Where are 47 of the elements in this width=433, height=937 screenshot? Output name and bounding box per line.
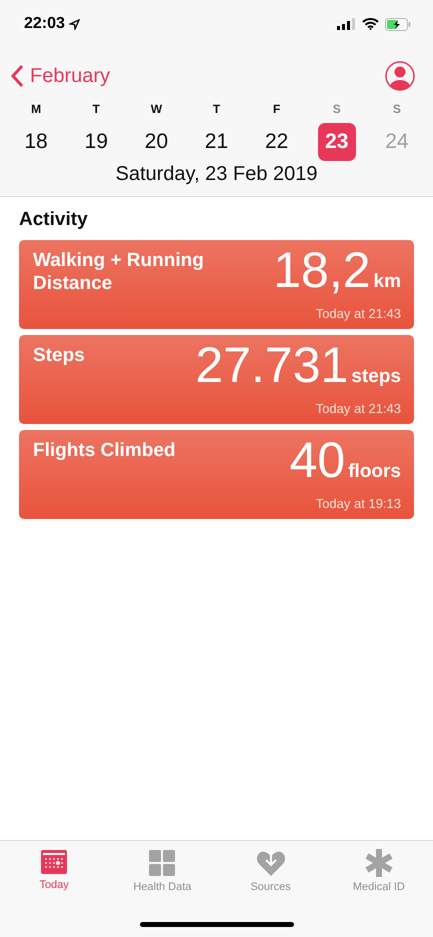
tab-bar-item[interactable]: Today [0, 841, 108, 895]
grid-icon [148, 849, 176, 877]
weekday-label: S [392, 101, 401, 118]
weekday-label: F [272, 101, 280, 118]
chevron-left-icon [10, 64, 24, 88]
card-time: Today at 21:43 [316, 401, 401, 416]
card-unit: km [374, 271, 401, 293]
day-number[interactable]: 19 [77, 123, 116, 161]
day-number[interactable]: 22 [258, 123, 296, 161]
card-value: 40 [290, 435, 346, 485]
heart-arrow-icon [256, 849, 286, 877]
weekday-label: T [92, 101, 100, 118]
card-title: Steps [33, 344, 86, 368]
battery-icon [385, 18, 411, 30]
day-number[interactable]: 24 [378, 123, 416, 161]
back-button[interactable]: February [10, 64, 110, 88]
section-title: Activity [19, 209, 89, 231]
activity-card[interactable]: Flights Climbed 40 floors Today at 19:13 [19, 430, 414, 519]
weekday-label: S [332, 101, 341, 118]
card-value: 27.731 [195, 340, 348, 390]
asterisk-icon [364, 849, 393, 877]
day-number[interactable]: 23 [318, 123, 356, 161]
signal-icon [337, 18, 356, 30]
calendar-icon [40, 849, 68, 875]
card-title: Flights Climbed [33, 439, 176, 463]
card-value: 18,2 [273, 245, 371, 295]
weekday-label: T [212, 101, 220, 118]
weekday-label: W [150, 101, 162, 118]
profile-avatar-icon[interactable] [385, 61, 415, 91]
tab-bar-item[interactable]: Sources [216, 841, 325, 895]
activity-card[interactable]: Walking + Running Distance 18,2 km Today at 21:43 [19, 240, 414, 329]
card-time: Today at 19:13 [316, 496, 401, 511]
date-title: Saturday, 23 Feb 2019 [114, 162, 318, 187]
location-arrow-icon [68, 18, 80, 30]
wifi-icon [362, 18, 379, 30]
tab-bar-item[interactable]: Health Data [108, 841, 216, 895]
card-unit: steps [351, 366, 401, 388]
card-title: Walking + Running Distance [33, 249, 205, 296]
tab-bar-item[interactable]: Medical ID [324, 841, 433, 895]
day-number[interactable]: 18 [17, 123, 56, 161]
card-unit: floors [348, 461, 401, 483]
day-number[interactable]: 21 [197, 123, 236, 161]
weekday-label: M [31, 101, 42, 118]
status-time: 22:03 [24, 15, 65, 33]
day-number[interactable]: 20 [137, 123, 176, 161]
card-time: Today at 21:43 [316, 306, 401, 321]
activity-card[interactable]: Steps 27.731 steps Today at 21:43 [19, 335, 414, 424]
